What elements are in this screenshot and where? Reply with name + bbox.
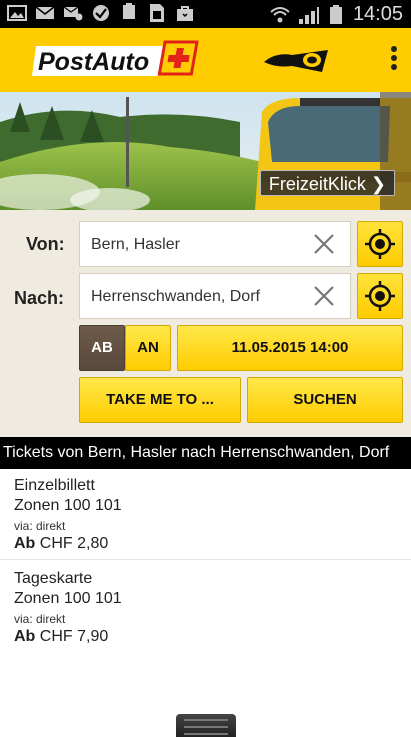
ticket-zones: Zonen 100 101	[14, 590, 122, 607]
price-value: CHF 7,90	[39, 628, 109, 645]
status-clock: 14:05	[352, 3, 403, 25]
arrival-an-toggle[interactable]: AN	[125, 325, 171, 371]
datetime-button[interactable]: 11.05.2015 14:00	[177, 325, 403, 371]
overflow-menu-icon[interactable]	[386, 44, 402, 76]
to-value: Herrenschwanden, Dorf	[91, 288, 260, 305]
postauto-logo[interactable]: PostAuto	[32, 40, 200, 80]
gallery-icon	[6, 4, 28, 22]
tickets-header: Tickets von Bern, Hasler nach Herrenschw…	[0, 437, 411, 469]
freizeitklick-label: FreizeitKlick	[268, 174, 366, 194]
check-icon	[90, 4, 112, 22]
sim-icon	[146, 4, 168, 22]
promo-banner[interactable]: FreizeitKlick ❯	[0, 92, 411, 210]
from-label: Von:	[26, 234, 65, 254]
journey-form: Von: Bern, Hasler Nach: Herrenschwanden,…	[0, 210, 411, 437]
price-prefix: Ab	[14, 628, 36, 645]
battery-level-icon	[325, 4, 347, 24]
ticket-via: via: direkt	[14, 519, 66, 533]
divider	[0, 559, 411, 560]
ticket-name: Einzelbillett	[14, 477, 95, 494]
to-locate-button[interactable]	[357, 273, 403, 319]
ticket-via: via: direkt	[14, 612, 66, 626]
shopping-bag-icon	[174, 4, 196, 22]
locate-icon	[365, 281, 395, 311]
mail-icon	[34, 4, 56, 22]
take-me-to-button[interactable]: TAKE ME TO ...	[79, 377, 241, 423]
app-header: PostAuto	[0, 28, 411, 92]
ticket-item[interactable]: Tageskarte Zonen 100 101 via: direkt Ab …	[0, 570, 411, 646]
brand-wordmark: PostAuto	[38, 48, 149, 76]
price-value: CHF 2,80	[39, 535, 109, 552]
price-prefix: Ab	[14, 535, 36, 552]
drawer-handle[interactable]	[176, 714, 236, 737]
status-bar: 14:05	[0, 0, 411, 28]
chevron-right-icon: ❯	[370, 174, 386, 194]
search-button[interactable]: SUCHEN	[247, 377, 403, 423]
from-locate-button[interactable]	[357, 221, 403, 267]
missed-mail-icon	[62, 4, 84, 22]
departure-ab-toggle[interactable]: AB	[79, 325, 125, 371]
freizeitklick-button[interactable]: FreizeitKlick ❯	[259, 170, 395, 196]
from-field[interactable]: Bern, Hasler	[79, 221, 351, 267]
locate-icon	[365, 229, 395, 259]
from-value: Bern, Hasler	[91, 236, 180, 253]
clear-to-icon[interactable]	[312, 284, 336, 308]
clear-from-icon[interactable]	[312, 232, 336, 256]
battery-icon	[118, 3, 140, 22]
ticket-price: Ab CHF 2,80	[14, 535, 411, 553]
signal-icon	[297, 6, 319, 24]
wifi-icon	[269, 6, 291, 24]
ticket-price: Ab CHF 7,90	[14, 628, 411, 646]
to-label: Nach:	[14, 288, 65, 308]
ticket-item[interactable]: Einzelbillett Zonen 100 101 via: direkt …	[0, 477, 411, 553]
ticket-name: Tageskarte	[14, 570, 93, 587]
post-horn-icon	[262, 42, 330, 78]
to-field[interactable]: Herrenschwanden, Dorf	[79, 273, 351, 319]
ticket-zones: Zonen 100 101	[14, 497, 122, 514]
